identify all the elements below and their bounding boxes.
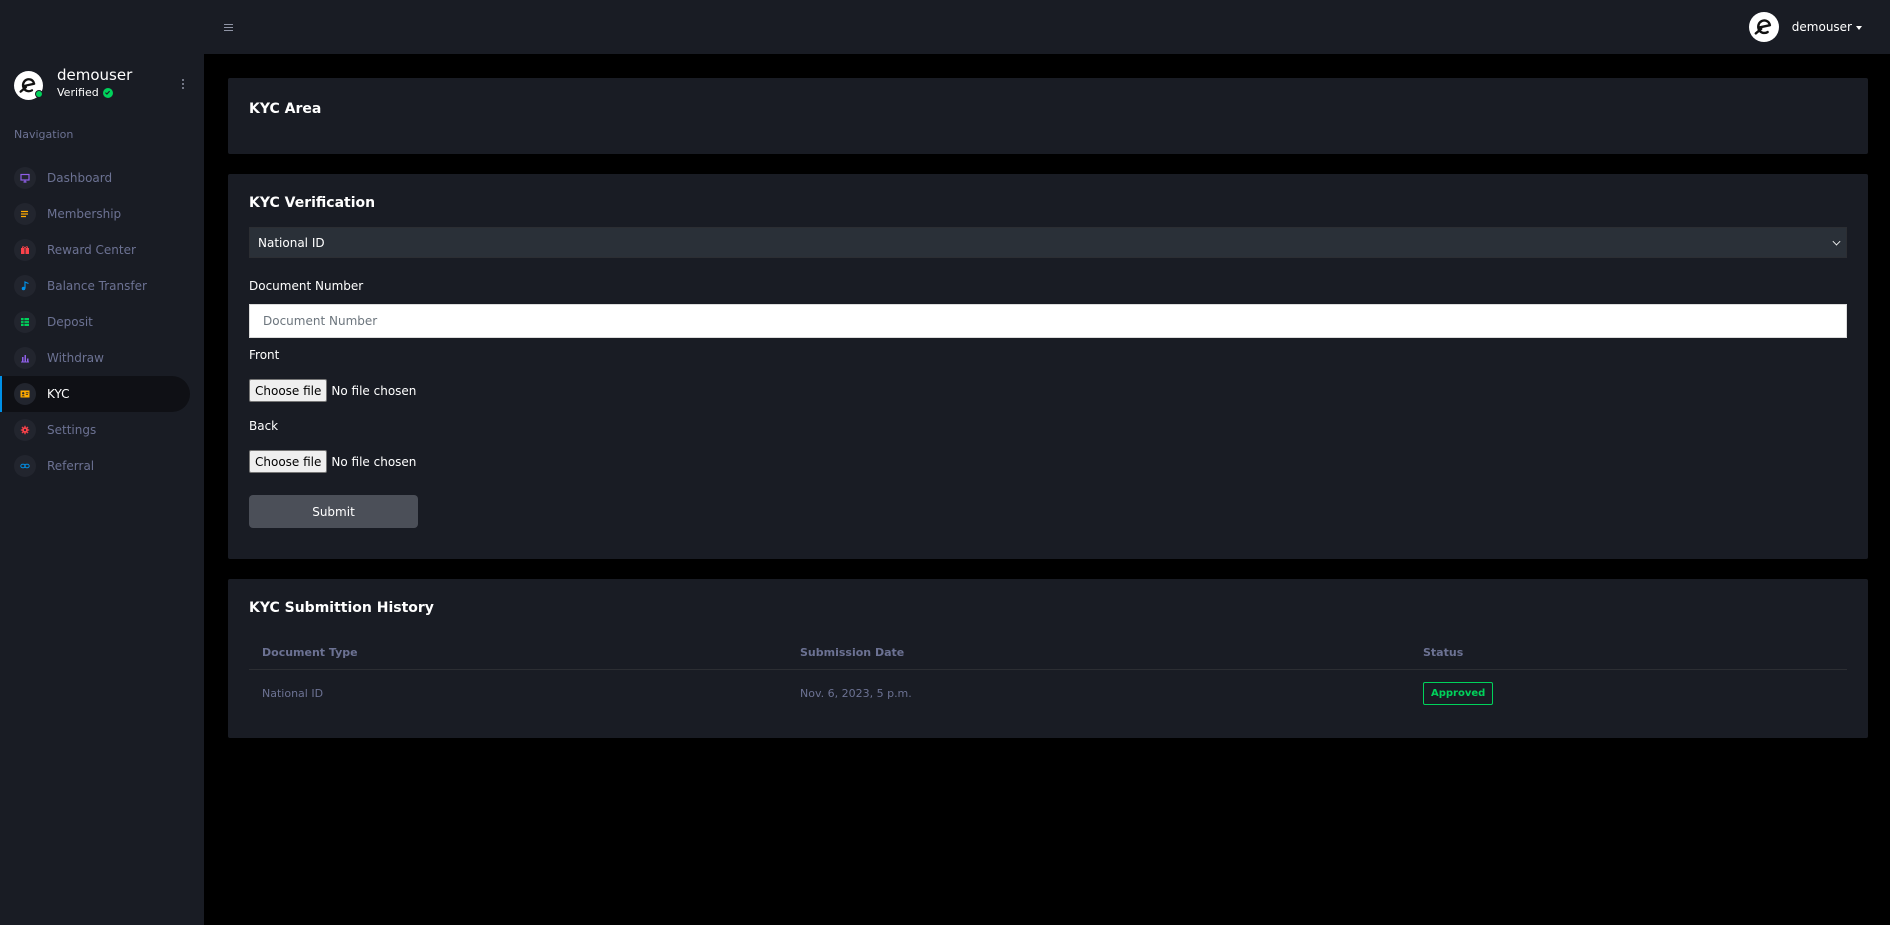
bar-chart-icon: [14, 347, 36, 369]
front-file-input: Choose file No file chosen: [249, 379, 416, 402]
back-choose-file-button[interactable]: Choose file: [249, 450, 328, 473]
sidebar-item-label: Reward Center: [47, 243, 136, 257]
kyc-area-card: KYC Area: [228, 78, 1868, 154]
sidebar: demouser Verified Navigation Dashboard M…: [0, 0, 204, 925]
sidebar-item-label: Dashboard: [47, 171, 113, 185]
sidebar-item-dashboard[interactable]: Dashboard: [0, 160, 190, 196]
back-file-input: Choose file No file chosen: [249, 450, 416, 473]
history-table: Document Type Submission Date Status Nat…: [249, 635, 1847, 716]
menu-toggle-icon[interactable]: [224, 18, 242, 36]
nav-caption: Navigation: [14, 128, 74, 141]
cell-status: Approved: [1423, 670, 1494, 716]
sidebar-nav: Dashboard Membership Reward Center Balan…: [0, 160, 190, 484]
list-icon: [14, 203, 36, 225]
gift-icon: [14, 239, 36, 261]
sidebar-item-label: Deposit: [47, 315, 93, 329]
header-username: demouser: [1792, 20, 1862, 34]
table-header: Document Type Submission Date Status: [249, 635, 1847, 670]
sidebar-item-membership[interactable]: Membership: [0, 196, 190, 232]
front-choose-file-button[interactable]: Choose file: [249, 379, 328, 402]
sidebar-profile: demouser Verified: [14, 66, 190, 106]
sidebar-item-balance-transfer[interactable]: Balance Transfer: [0, 268, 190, 304]
user-dropdown[interactable]: demouser: [1748, 12, 1862, 42]
kyc-history-card: KYC Submittion History Document Type Sub…: [228, 579, 1868, 738]
back-label: Back: [249, 419, 279, 433]
sidebar-item-label: Balance Transfer: [47, 279, 147, 293]
online-indicator: [35, 90, 43, 98]
sidebar-item-label: Membership: [47, 207, 122, 221]
submit-button[interactable]: Submit: [249, 495, 418, 528]
link-icon: [14, 455, 36, 477]
column-header-submission-date: Submission Date: [800, 645, 905, 659]
sidebar-item-settings[interactable]: Settings: [0, 412, 190, 448]
profile-menu-icon[interactable]: [178, 76, 188, 92]
cell-document-type: National ID: [262, 686, 324, 700]
sidebar-item-withdraw[interactable]: Withdraw: [0, 340, 190, 376]
sidebar-item-label: KYC: [47, 387, 70, 401]
gear-icon: [14, 419, 36, 441]
back-file-status: No file chosen: [331, 454, 417, 469]
kyc-form-title: KYC Verification: [249, 195, 376, 211]
status-badge: Approved: [1423, 681, 1494, 705]
table-icon: [14, 311, 36, 333]
sidebar-item-label: Withdraw: [47, 351, 104, 365]
id-card-icon: [14, 383, 36, 405]
chevron-down-icon: [1856, 25, 1862, 30]
profile-status: Verified: [57, 86, 113, 99]
cell-submission-date: Nov. 6, 2023, 5 p.m.: [800, 686, 912, 700]
verified-check-icon: [102, 87, 113, 98]
document-type-select[interactable]: National ID: [249, 227, 1847, 258]
avatar: [1748, 12, 1779, 42]
column-header-status: Status: [1423, 645, 1464, 659]
sidebar-item-reward-center[interactable]: Reward Center: [0, 232, 190, 268]
brand-logo-icon: [1754, 19, 1771, 35]
column-header-document-type: Document Type: [262, 645, 358, 659]
profile-name: demouser: [57, 66, 133, 84]
top-navbar: demouser: [204, 0, 1890, 54]
sidebar-item-kyc[interactable]: KYC: [0, 376, 190, 412]
sidebar-item-deposit[interactable]: Deposit: [0, 304, 190, 340]
chevron-down-icon: [1832, 237, 1841, 246]
history-title: KYC Submittion History: [249, 600, 434, 616]
music-note-icon: [14, 275, 36, 297]
document-type-value: National ID: [258, 235, 325, 250]
front-file-status: No file chosen: [331, 383, 417, 398]
front-label: Front: [249, 348, 280, 362]
monitor-icon: [14, 167, 36, 189]
header-username-text: demouser: [1791, 20, 1852, 34]
document-number-label: Document Number: [249, 279, 364, 293]
verified-label: Verified: [57, 86, 99, 99]
table-row: National ID Nov. 6, 2023, 5 p.m. Approve…: [249, 670, 1847, 716]
sidebar-item-label: Referral: [47, 459, 95, 473]
sidebar-item-referral[interactable]: Referral: [0, 448, 190, 484]
document-number-field[interactable]: [249, 304, 1847, 338]
page-title: KYC Area: [249, 101, 322, 117]
sidebar-item-label: Settings: [47, 423, 97, 437]
kyc-verification-card: KYC Verification National ID Document Nu…: [228, 174, 1868, 559]
